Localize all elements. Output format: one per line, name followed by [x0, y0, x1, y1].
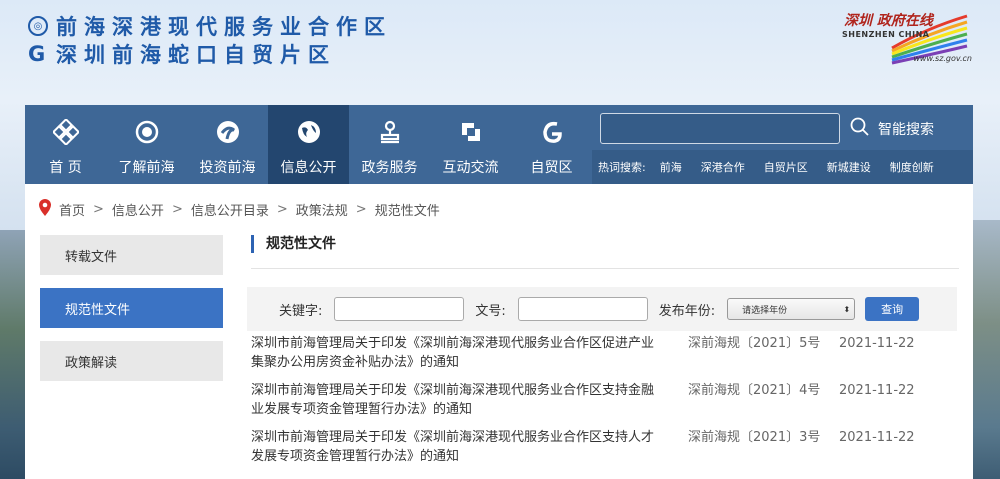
- year-label: 发布年份:: [658, 303, 716, 319]
- hot-link[interactable]: 制度创新: [890, 159, 934, 175]
- g-logo-icon: [539, 119, 565, 145]
- logo-line-1[interactable]: ◎ 前海深港现代服务业合作区: [28, 11, 392, 41]
- nav-label: 自贸区: [530, 160, 573, 176]
- document-title-link[interactable]: 深圳市前海管理局关于印发《深圳前海深港现代服务业合作区促进产业集聚办公用房资金补…: [251, 334, 663, 381]
- location-pin-icon: [39, 199, 51, 220]
- document-date: 2021-11-22: [839, 383, 915, 398]
- breadcrumb-separator: >: [93, 202, 104, 217]
- filter-bar: 关键字: 文号: 发布年份: 请选择年份 ⬍ 查询: [247, 287, 957, 331]
- nav-label: 投资前海: [199, 160, 256, 176]
- nav-label: 了解前海: [118, 160, 175, 176]
- side-item-reprint[interactable]: 转载文件: [40, 235, 223, 275]
- site-header: ◎ 前海深港现代服务业合作区 G 深圳前海蛇口自贸片区 深圳 政府在线 SHEN…: [0, 0, 1000, 105]
- breadcrumb-separator: >: [355, 202, 367, 217]
- list-item: 深圳市前海管理局关于印发《深圳前海深港现代服务业合作区支持人才发展专项资金管理暂…: [251, 428, 959, 475]
- title-divider: [251, 268, 959, 269]
- hot-link[interactable]: 新城建设: [827, 159, 871, 175]
- breadcrumb-home[interactable]: 首页: [59, 200, 85, 219]
- g-logo-icon: G: [28, 42, 46, 66]
- search-icon: [850, 117, 870, 141]
- nav-label: 政务服务: [361, 160, 418, 176]
- breadcrumb-current[interactable]: 规范性文件: [375, 200, 440, 219]
- globe-icon: [296, 119, 322, 145]
- side-item-normative[interactable]: 规范性文件: [40, 288, 223, 328]
- side-menu: 转载文件 规范性文件 政策解读: [40, 235, 223, 394]
- document-list: 深圳市前海管理局关于印发《深圳前海深港现代服务业合作区促进产业集聚办公用房资金补…: [251, 334, 959, 475]
- query-button[interactable]: 查询: [865, 297, 920, 321]
- keyword-label: 关键字:: [279, 303, 323, 319]
- breadcrumb-separator: >: [276, 202, 288, 217]
- nav-item-invest[interactable]: 投资前海: [187, 105, 268, 184]
- main-content: 规范性文件 关键字: 文号: 发布年份: 请选择年份 ⬍ 查询 深圳市前海管理局…: [247, 235, 959, 464]
- side-item-interpretation[interactable]: 政策解读: [40, 341, 223, 381]
- select-arrows-icon: ⬍: [843, 304, 851, 314]
- list-item: 深圳市前海管理局关于印发《深圳前海深港现代服务业合作区促进产业集聚办公用房资金补…: [251, 334, 959, 381]
- hot-link[interactable]: 前海: [660, 159, 682, 175]
- nav-item-about[interactable]: 了解前海: [106, 105, 187, 184]
- content-panel: 首页 > 信息公开 > 信息公开目录 > 政策法规 > 规范性文件 转载文件 规…: [25, 184, 973, 479]
- keyword-input[interactable]: [334, 297, 465, 321]
- hot-link[interactable]: 自贸片区: [764, 159, 808, 175]
- sz-logo-cn: 深圳 政府在线: [844, 13, 933, 29]
- document-title-link[interactable]: 深圳市前海管理局关于印发《深圳前海深港现代服务业合作区支持人才发展专项资金管理暂…: [251, 428, 663, 475]
- logo-text-2: 深圳前海蛇口自贸片区: [56, 43, 336, 67]
- year-select[interactable]: 请选择年份 ⬍: [727, 298, 856, 320]
- document-number: 深前海规〔2021〕4号: [688, 383, 821, 398]
- breadcrumb-separator: >: [171, 202, 183, 217]
- breadcrumb: 首页 > 信息公开 > 信息公开目录 > 政策法规 > 规范性文件: [39, 199, 440, 220]
- nav-item-home[interactable]: 首 页: [25, 105, 106, 184]
- hot-link[interactable]: 深港合作: [701, 159, 745, 175]
- document-title-link[interactable]: 深圳市前海管理局关于印发《深圳前海深港现代服务业合作区支持金融业发展专项资金管理…: [251, 381, 663, 428]
- nav-label: 首 页: [49, 160, 82, 176]
- docno-label: 文号:: [475, 303, 506, 319]
- document-date: 2021-11-22: [839, 336, 915, 351]
- breadcrumb-info[interactable]: 信息公开: [112, 200, 164, 219]
- smart-search-button[interactable]: 智能搜索: [850, 117, 934, 141]
- docno-input[interactable]: [517, 297, 648, 321]
- search-input[interactable]: [600, 113, 840, 144]
- document-date: 2021-11-22: [839, 430, 915, 445]
- document-number: 深前海规〔2021〕5号: [688, 336, 821, 351]
- list-item: 深圳市前海管理局关于印发《深圳前海深港现代服务业合作区支持金融业发展专项资金管理…: [251, 381, 959, 428]
- logo-line-2[interactable]: G 深圳前海蛇口自贸片区: [28, 39, 336, 69]
- emblem-logo-icon: ◎: [28, 16, 48, 36]
- swirl-icon: [215, 119, 241, 145]
- grid-diamond-icon: [52, 119, 79, 145]
- hot-search-label: 热词搜索:: [598, 161, 646, 174]
- sz-logo-en: SHENZHEN CHINA: [842, 30, 930, 39]
- breadcrumb-catalog[interactable]: 信息公开目录: [191, 200, 269, 219]
- page-title: 规范性文件: [251, 235, 959, 253]
- logo-text-1: 前海深港现代服务业合作区: [56, 15, 392, 39]
- year-select-value: 请选择年份: [742, 305, 788, 316]
- background-landscape-right: [973, 220, 1000, 479]
- breadcrumb-policy[interactable]: 政策法规: [296, 200, 348, 219]
- stamp-icon: [377, 119, 403, 145]
- document-number: 深前海规〔2021〕3号: [688, 430, 821, 445]
- nav-item-interact[interactable]: 互动交流: [430, 105, 511, 184]
- smart-search-label: 智能搜索: [878, 122, 934, 138]
- shenzhen-gov-logo[interactable]: 深圳 政府在线 SHENZHEN CHINA www.sz.gov.cn: [842, 8, 972, 68]
- nav-label: 信息公开: [280, 160, 337, 176]
- nav-search-area: 智能搜索 热词搜索: 前海 深港合作 自贸片区 新城建设 制度创新: [592, 105, 973, 184]
- nav-label: 互动交流: [442, 160, 499, 176]
- emblem-icon: [134, 119, 160, 145]
- exchange-icon: [458, 119, 484, 145]
- nav-item-info[interactable]: 信息公开: [268, 105, 349, 184]
- main-nav: 首 页 了解前海 投资前海 信息公开 政务服务 互动交流 自贸区 智能搜索 热词…: [25, 105, 973, 184]
- hot-search-bar: 热词搜索: 前海 深港合作 自贸片区 新城建设 制度创新: [592, 150, 973, 184]
- sz-logo-url: www.sz.gov.cn: [913, 54, 972, 63]
- background-landscape-left: [0, 230, 25, 479]
- nav-item-service[interactable]: 政务服务: [349, 105, 430, 184]
- nav-item-ftz[interactable]: 自贸区: [511, 105, 592, 184]
